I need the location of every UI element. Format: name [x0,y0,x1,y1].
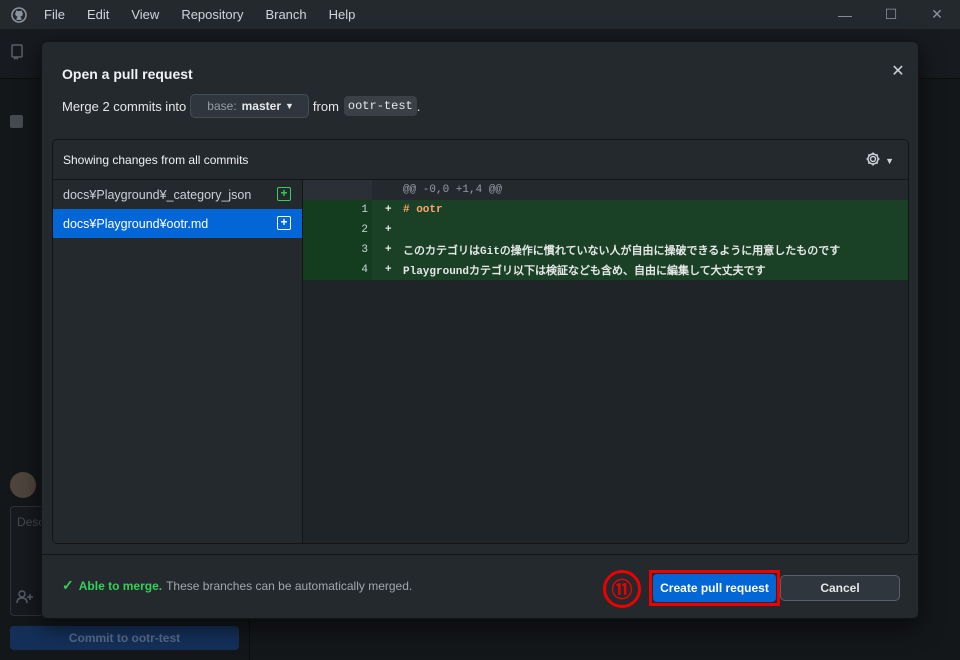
menu-repository[interactable]: Repository [181,7,243,22]
line-number: 4 [338,260,372,280]
window-close-button[interactable]: ✕ [914,0,960,29]
merge-ok-description: These branches can be automatically merg… [166,578,413,593]
file-added-icon: + [277,187,291,201]
github-logo-icon [10,6,28,24]
menu-edit[interactable]: Edit [87,7,109,22]
compare-branch-name: ootr-test [343,96,417,116]
changes-panel: Showing changes from all commits ▼ docs¥… [52,139,909,544]
close-icon[interactable]: ✕ [890,64,906,80]
diff-line-text: このカテゴリはGitの操作に慣れていない人が自由に操破できるように用意したもので… [403,246,841,258]
merge-summary: Merge 2 commits into base: master ▼ from… [62,94,420,118]
dialog-title: Open a pull request [62,66,193,82]
merge-ok-label: Able to merge. [78,578,163,593]
file-name: docs¥Playground¥_category_json [63,187,252,202]
menu-branch[interactable]: Branch [265,7,306,22]
create-pull-request-button[interactable]: Create pull request [653,574,776,602]
file-name: docs¥Playground¥ootr.md [63,216,209,231]
file-item-ootr-md[interactable]: docs¥Playground¥ootr.md + [53,209,302,238]
menu-help[interactable]: Help [329,7,356,22]
diff-sign: + [385,264,392,276]
base-branch-dropdown[interactable]: base: master ▼ [190,94,309,118]
chevron-down-icon: ▼ [885,155,894,166]
changes-header: Showing changes from all commits ▼ [53,140,908,180]
chevron-down-icon: ▼ [284,101,294,111]
minimize-button[interactable]: — [822,0,868,29]
diff-view: @@ -0,0 +1,4 @@ 1 + # ootr 2 + 3 + このカテゴ… [303,180,908,543]
diff-sign: + [385,224,392,236]
base-branch-name: master [241,99,281,113]
diff-line: 2 + [303,220,908,240]
check-icon: ✓ [62,577,74,593]
file-item-category-json[interactable]: docs¥Playground¥_category_json + [53,180,302,209]
menu-view[interactable]: View [131,7,159,22]
diff-line-text: Playgroundカテゴリ以下は検証なども含め、自由に編集して大丈夫です [403,266,766,278]
menu-file[interactable]: File [44,7,65,22]
diff-settings-button[interactable]: ▼ [865,151,894,170]
diff-line-text: # ootr [403,204,443,216]
dialog-footer: ✓ Able to merge. These branches can be a… [42,554,918,618]
maximize-button[interactable]: ☐ [868,0,914,29]
diff-line: 3 + このカテゴリはGitの操作に慣れていない人が自由に操破できるように用意し… [303,240,908,260]
step-number-annotation: ⑪ [603,570,641,608]
base-prefix-label: base: [207,99,237,113]
open-pull-request-dialog: Open a pull request ✕ Merge 2 commits in… [41,41,919,619]
changed-files-list: docs¥Playground¥_category_json + docs¥Pl… [53,180,303,543]
line-number: 1 [338,200,372,220]
diff-line: 4 + Playgroundカテゴリ以下は検証なども含め、自由に編集して大丈夫で… [303,260,908,280]
gear-icon [865,151,881,170]
line-number: 3 [338,240,372,260]
cancel-button[interactable]: Cancel [780,575,900,601]
file-added-icon: + [277,216,291,230]
from-text: from [312,98,339,114]
diff-sign: + [385,204,392,216]
hunk-text: @@ -0,0 +1,4 @@ [403,184,503,196]
title-bar: File Edit View Repository Branch Help — … [0,0,960,29]
merge-status: ✓ Able to merge. These branches can be a… [62,577,412,594]
merge-prefix-text: Merge 2 commits into [62,98,187,114]
diff-line: 1 + # ootr [303,200,908,220]
diff-hunk-header: @@ -0,0 +1,4 @@ [303,180,908,200]
diff-sign: + [385,244,392,256]
line-number: 2 [338,220,372,240]
changes-header-label: Showing changes from all commits [63,152,249,167]
period-text: . [416,98,421,114]
